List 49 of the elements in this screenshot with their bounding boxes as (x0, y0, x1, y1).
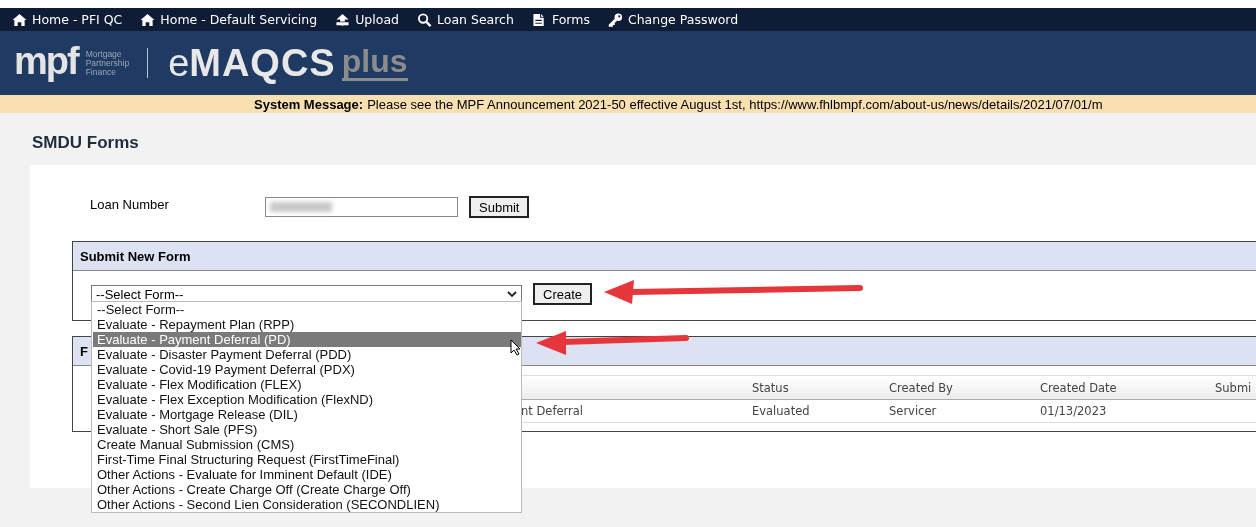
home-icon (12, 12, 27, 27)
dropdown-option[interactable]: Evaluate - Mortgage Release (DIL) (93, 407, 521, 422)
submit-button[interactable]: Submit (469, 196, 530, 218)
column-header: Submi (1215, 380, 1253, 395)
nav-link[interactable]: Home - PFI QC (12, 12, 123, 27)
dropdown-option[interactable]: Other Actions - Second Lien Consideration (SECONDLIEN) (93, 497, 521, 512)
table-cell-text: Servicer (889, 404, 938, 418)
nav-link[interactable]: Upload (335, 12, 399, 27)
dropdown-option[interactable]: Create Manual Submission (CMS) (93, 437, 521, 452)
panel-header: Submit New Form (73, 242, 1256, 271)
dropdown-option[interactable]: Evaluate - Disaster Payment Deferral (PDD) (93, 347, 521, 362)
nav-link[interactable]: Loan Search (417, 12, 514, 27)
message-label: System Message: (254, 96, 364, 112)
home-icon (140, 12, 156, 27)
table-cell: nt Deferral (521, 404, 583, 418)
table-cell-text: 01/13/2023 (1040, 404, 1108, 418)
chevron-icon (507, 290, 517, 298)
search-icon (417, 12, 432, 27)
field-label: Loan Number (90, 196, 170, 212)
dropdown-option[interactable]: First-Time Final Structuring Request (FirstTimeFinal) (93, 452, 521, 467)
column-header: Created By (889, 380, 954, 395)
product-suffix: plus (341, 45, 408, 81)
column-header: Status (752, 380, 790, 395)
dropdown-option[interactable]: Evaluate - Short Sale (PFS) (93, 422, 521, 437)
dropdown-option[interactable]: Other Actions - Create Charge Off (Create Charge Off) (93, 482, 521, 497)
create-button[interactable]: Create (533, 283, 593, 305)
column-header: Created Date (1040, 380, 1118, 395)
dropdown-option[interactable]: Evaluate - Repayment Plan (RPP) (93, 317, 521, 332)
logo-tagline: Mortgage (85, 49, 122, 59)
key-icon (607, 12, 623, 27)
upload-icon (335, 12, 351, 27)
redacted-value (270, 202, 332, 212)
dropdown-option[interactable]: Evaluate - Payment Deferral (PD) (93, 332, 521, 347)
loan-number-field[interactable] (265, 197, 458, 217)
nav-link[interactable]: Forms (531, 12, 590, 27)
dropdown-option[interactable]: --Select Form-- (93, 302, 521, 317)
logo-tagline: Finance (85, 67, 116, 77)
product-name: eMAQCS (168, 44, 336, 82)
page-title: SMDU Forms (32, 133, 140, 154)
dropdown-option[interactable]: Other Actions - Evaluate for Imminent Default (IDE) (93, 467, 521, 482)
message-text: Please see the MPF Announcement 2021-50 effective August 1st, https://www.fhlbmpf.com/about-us/news/details/2021/07/01/m (367, 96, 1103, 112)
dropdown-option[interactable]: Evaluate - Flex Exception Modification (FlexND) (93, 392, 521, 407)
table-cell-text: Evaluated (752, 404, 811, 418)
logo-tagline: Partnership (85, 58, 130, 68)
nav-link[interactable]: Home - Default Servicing (140, 12, 318, 27)
logo-wordmark: mpf (14, 42, 78, 80)
document-icon (531, 12, 547, 27)
nav-link[interactable]: Change Password (607, 12, 739, 27)
dropdown-option[interactable]: Evaluate - Flex Modification (FLEX) (93, 377, 521, 392)
